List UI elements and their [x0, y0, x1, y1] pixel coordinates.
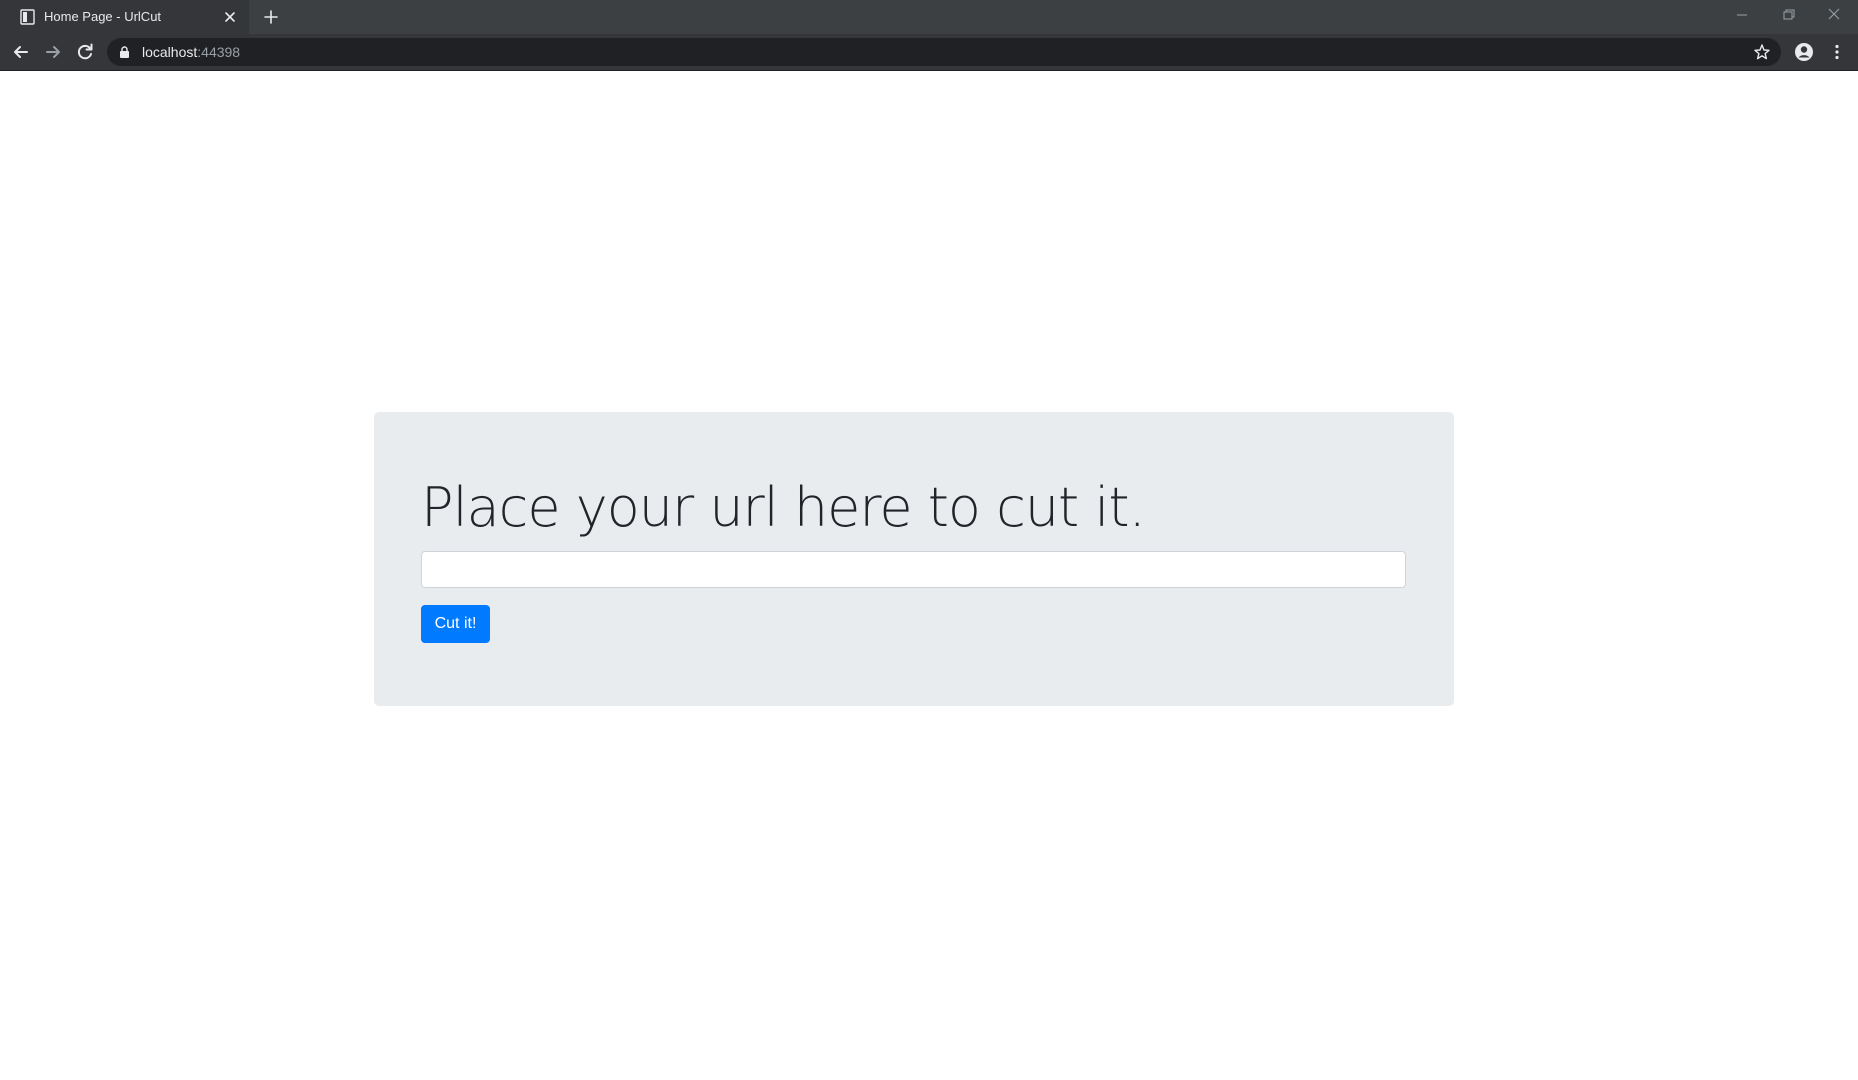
- url-port: :44398: [197, 44, 241, 60]
- cut-it-button[interactable]: Cut it!: [421, 605, 490, 643]
- tab-title: Home Page - UrlCut: [44, 9, 162, 24]
- minimize-icon[interactable]: [1730, 4, 1754, 26]
- address-bar[interactable]: localhost:44398: [107, 38, 1781, 66]
- arrow-left-icon[interactable]: [10, 41, 32, 63]
- more-vertical-icon[interactable]: [1826, 41, 1848, 63]
- lock-icon[interactable]: [119, 46, 130, 58]
- page-viewport: Place your url here to cut it. Cut it!: [0, 71, 1858, 1080]
- restore-icon[interactable]: [1776, 4, 1800, 26]
- url-host: localhost: [142, 44, 198, 60]
- browser-toolbar: localhost:44398: [0, 34, 1858, 71]
- arrow-right-icon[interactable]: [42, 41, 64, 63]
- url-input[interactable]: [421, 551, 1406, 588]
- reload-icon[interactable]: [74, 41, 96, 63]
- account-circle-icon[interactable]: [1793, 41, 1815, 63]
- page-icon: [20, 9, 35, 25]
- page-title: Place your url here to cut it.: [421, 476, 1146, 539]
- address-url: localhost:44398: [142, 44, 240, 60]
- close-icon[interactable]: [1822, 4, 1846, 26]
- browser-tab-strip: Home Page - UrlCut: [0, 0, 1858, 34]
- plus-icon[interactable]: [261, 7, 281, 27]
- star-icon[interactable]: [1753, 43, 1771, 61]
- close-icon[interactable]: [221, 8, 239, 26]
- url-cut-form-panel: Place your url here to cut it. Cut it!: [374, 412, 1454, 706]
- browser-tab[interactable]: Home Page - UrlCut: [0, 0, 249, 34]
